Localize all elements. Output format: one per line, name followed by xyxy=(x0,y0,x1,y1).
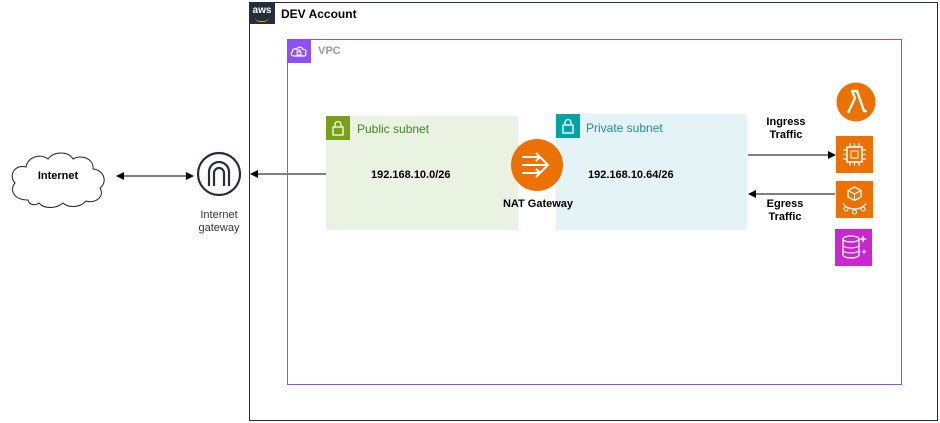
ingress-label-line2: Traffic xyxy=(769,129,803,141)
public-subnet-label: Public subnet xyxy=(357,122,430,136)
lock-icon xyxy=(556,114,580,138)
ingress-traffic-label: Ingress Traffic xyxy=(758,116,814,142)
internet-label: Internet xyxy=(37,170,79,182)
lambda-icon xyxy=(836,82,876,122)
egress-traffic-label: Egress Traffic xyxy=(757,198,813,224)
database-icon xyxy=(835,229,872,266)
ec2-icon xyxy=(836,136,873,173)
ecs-container-icon xyxy=(836,181,873,218)
aws-logo-icon: aws xyxy=(249,2,275,24)
egress-label-line2: Traffic xyxy=(768,211,802,223)
private-subnet-cidr: 192.168.10.64/26 xyxy=(588,169,674,181)
lock-icon xyxy=(326,116,350,140)
internet-gateway-label: Internet gateway xyxy=(186,209,252,235)
egress-label-line1: Egress xyxy=(766,198,804,210)
internet-gateway-label-line1: Internet xyxy=(200,209,238,221)
ingress-label-line1: Ingress xyxy=(766,116,806,128)
private-subnet-label: Private subnet xyxy=(586,121,663,135)
internet-gateway-label-line2: gateway xyxy=(198,222,240,234)
vpc-cloud-icon xyxy=(287,39,311,63)
nat-gateway-label: NAT Gateway xyxy=(502,198,574,210)
public-subnet-cidr: 192.168.10.0/26 xyxy=(371,169,451,181)
vpc-label: VPC xyxy=(318,45,341,57)
internet-gateway-icon xyxy=(196,151,242,197)
aws-badge-text: aws xyxy=(252,5,272,16)
nat-gateway-icon xyxy=(511,139,563,191)
account-title: DEV Account xyxy=(281,7,357,21)
